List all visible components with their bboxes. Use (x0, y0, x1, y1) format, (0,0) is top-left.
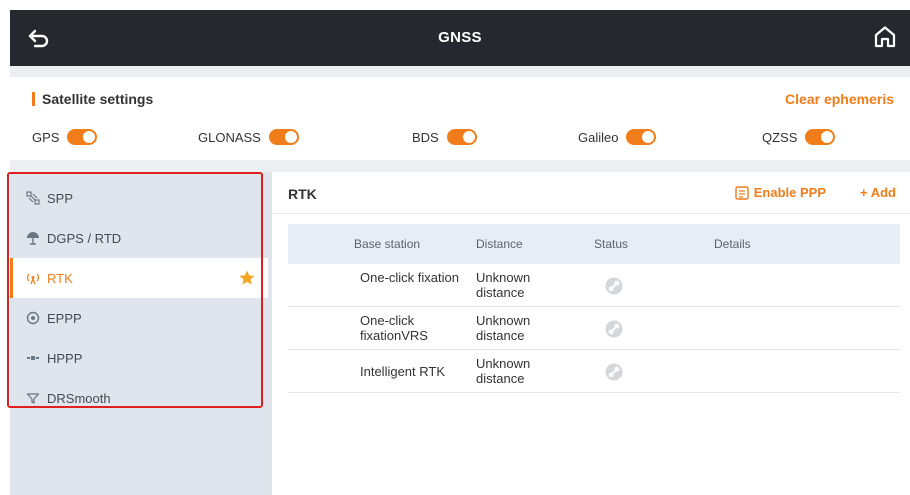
table-header: Base station Distance Status Details (288, 224, 900, 264)
system-gps: GPS (32, 125, 98, 149)
menu-item-hppp[interactable]: HPPP (10, 338, 268, 378)
menu-item-label: DGPS / RTD (47, 230, 122, 246)
system-bds: BDS (412, 125, 477, 149)
menu-item-label: DRSmooth (47, 390, 111, 406)
gps-toggle[interactable] (67, 129, 98, 145)
table-row[interactable]: One-click fixation Unknown distance (288, 264, 900, 307)
distance-value: Unknown distance (476, 313, 531, 343)
panel-title: RTK (288, 186, 317, 202)
menu-item-label: SPP (47, 190, 74, 206)
distance-value: Unknown distance (476, 356, 531, 386)
positioning-mode-menu: SPP DGPS / RTD RTK EPPP HPPP DRSmooth (10, 172, 272, 495)
menu-item-dgps-rtd[interactable]: DGPS / RTD (10, 218, 268, 258)
app-header: GNSS (10, 10, 910, 66)
system-glonass: GLONASS (198, 125, 299, 149)
toggle-knob (284, 131, 297, 143)
clear-ephemeris-button[interactable]: Clear ephemeris (785, 91, 894, 107)
enable-ppp-label: Enable PPP (753, 185, 826, 200)
system-label: BDS (412, 129, 439, 145)
base-station-name: Intelligent RTK (360, 364, 446, 379)
system-galileo: Galileo (578, 125, 657, 149)
galileo-toggle[interactable] (626, 129, 657, 145)
menu-item-label: HPPP (47, 350, 83, 366)
page-title: GNSS (438, 29, 482, 46)
satellite-settings-title: Satellite settings (32, 91, 153, 107)
checklist-icon (735, 185, 749, 200)
satellite-icon (26, 191, 40, 205)
toggle-knob (462, 131, 475, 143)
signal-tower-icon (27, 273, 39, 285)
enable-ppp-button[interactable]: Enable PPP (735, 185, 826, 200)
panel-header: RTK Enable PPP + Add (272, 172, 910, 214)
distance-value: Unknown distance (476, 270, 531, 300)
globe-icon (26, 311, 40, 325)
menu-item-label: EPPP (47, 310, 82, 326)
system-label: QZSS (762, 129, 798, 145)
rtk-panel: RTK Enable PPP + Add Base station Distan… (272, 172, 910, 495)
glonass-toggle[interactable] (268, 129, 299, 145)
bds-toggle[interactable] (446, 129, 477, 145)
system-label: Galileo (578, 129, 619, 145)
gnss-screen: GNSS Satellite settings Clear ephemeris … (10, 10, 910, 495)
table-row[interactable]: Intelligent RTK Unknown distance (288, 350, 900, 393)
menu-item-drsmooth[interactable]: DRSmooth (10, 378, 268, 418)
menu-item-rtk[interactable]: RTK (10, 258, 268, 298)
base-station-table: Base station Distance Status Details One… (288, 224, 900, 393)
status-link-icon (605, 320, 623, 338)
funnel-icon (26, 393, 40, 404)
add-base-station-button[interactable]: + Add (860, 185, 896, 200)
status-link-icon (605, 277, 623, 295)
status-link-icon (605, 363, 623, 381)
menu-item-eppp[interactable]: EPPP (10, 298, 268, 338)
column-header: Distance (476, 237, 523, 251)
base-station-name: One-click fixation (360, 270, 459, 285)
favorite-star-icon[interactable] (238, 269, 256, 287)
satellite-settings-card: Satellite settings Clear ephemeris GPS G… (10, 77, 910, 160)
column-header: Details (714, 237, 751, 251)
satellite-wave-icon (27, 356, 39, 360)
toggle-knob (83, 131, 96, 143)
menu-item-label: RTK (47, 270, 73, 286)
column-header: Base station (354, 237, 421, 251)
menu-item-spp[interactable]: SPP (10, 178, 268, 218)
toggle-knob (642, 131, 655, 143)
system-qzss: QZSS (762, 125, 836, 149)
column-header: Status (594, 237, 629, 251)
system-label: GLONASS (198, 129, 261, 145)
toggle-knob (821, 131, 834, 143)
antenna-icon (27, 232, 39, 245)
qzss-toggle[interactable] (805, 129, 836, 145)
base-station-name: One-click fixationVRS (360, 313, 428, 343)
system-label: GPS (32, 129, 60, 145)
table-row[interactable]: One-click fixationVRS Unknown distance (288, 307, 900, 350)
home-icon[interactable] (872, 24, 898, 50)
